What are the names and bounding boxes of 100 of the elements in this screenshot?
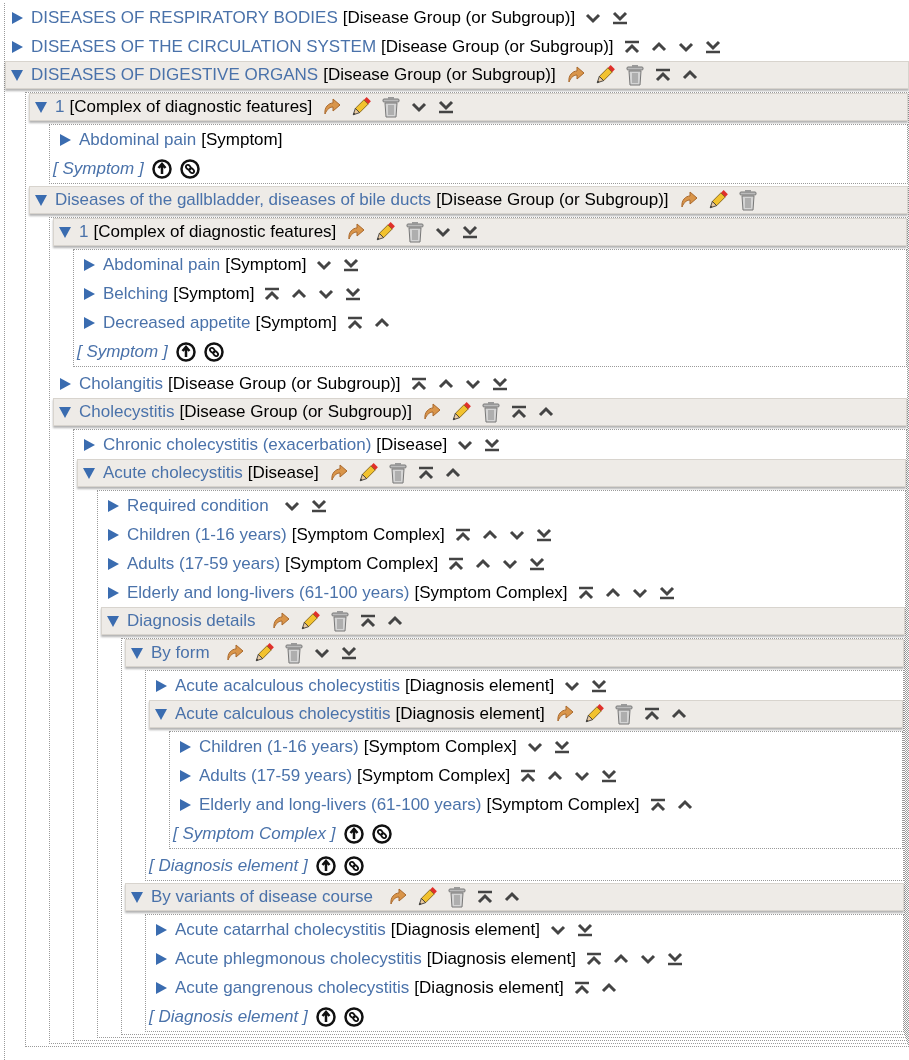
chevron-up-bar-icon[interactable] xyxy=(519,767,538,784)
node-label[interactable]: Acute phlegmonous cholecystitis xyxy=(175,945,422,972)
circle-arrow-up-icon[interactable] xyxy=(315,1006,336,1027)
chevron-up-bar-icon[interactable] xyxy=(584,950,603,967)
node-label[interactable]: Children (1-16 years) xyxy=(199,733,359,760)
triangle-down-icon[interactable] xyxy=(130,890,144,904)
chevron-down-bar-icon[interactable] xyxy=(437,99,456,115)
curved-arrow-icon[interactable] xyxy=(387,887,408,907)
node-label[interactable]: Acute acalculous cholecystitis xyxy=(175,672,400,699)
triangle-right-icon[interactable] xyxy=(82,286,96,301)
pencil-icon[interactable] xyxy=(298,610,321,632)
triangle-right-icon[interactable] xyxy=(106,585,120,600)
chevron-up-bar-icon[interactable] xyxy=(648,796,667,813)
triangle-down-icon[interactable] xyxy=(130,646,144,660)
node-label[interactable]: Adults (17-59 years) xyxy=(199,762,353,789)
node-label[interactable]: Acute gangrenous cholecystitis xyxy=(175,974,410,1001)
pencil-icon[interactable] xyxy=(356,462,379,484)
chevron-down-bar-icon[interactable] xyxy=(490,375,509,392)
chevron-down-bar-icon[interactable] xyxy=(534,526,553,543)
node-label[interactable]: Abdominal pain xyxy=(103,251,221,278)
chevron-up-bar-icon[interactable] xyxy=(358,613,377,629)
trash-icon[interactable] xyxy=(480,401,501,423)
pencil-icon[interactable] xyxy=(449,401,472,423)
node-label[interactable]: By form xyxy=(151,640,210,666)
triangle-right-icon[interactable] xyxy=(178,768,192,783)
triangle-right-icon[interactable] xyxy=(106,556,120,571)
node-label[interactable]: Adults (17-59 years) xyxy=(127,550,281,577)
node-label[interactable]: DISEASES OF RESPIRATORY BODIES xyxy=(31,4,338,31)
chevron-up-bar-icon[interactable] xyxy=(263,285,282,302)
chevron-down-bar-icon[interactable] xyxy=(552,738,571,755)
triangle-right-icon[interactable] xyxy=(10,39,24,54)
chevron-up-bar-icon[interactable] xyxy=(622,38,641,55)
chevron-down-bar-icon[interactable] xyxy=(339,645,358,661)
add-item-label[interactable]: [ Symptom Complex ] xyxy=(173,820,336,847)
node-label[interactable]: 1 xyxy=(79,219,89,245)
link-icon[interactable] xyxy=(179,158,200,179)
triangle-down-icon[interactable] xyxy=(34,193,48,207)
triangle-right-icon[interactable] xyxy=(82,315,96,330)
chevron-down-bar-icon[interactable] xyxy=(309,497,328,514)
node-label[interactable]: Acute cholecystitis xyxy=(103,460,243,486)
node-label[interactable]: Acute catarrhal cholecystitis xyxy=(175,916,386,943)
add-item-label[interactable]: [ Diagnosis element ] xyxy=(149,1003,308,1030)
node-label[interactable]: DISEASES OF DIGESTIVE ORGANS xyxy=(31,62,319,88)
trash-icon[interactable] xyxy=(613,703,634,725)
triangle-right-icon[interactable] xyxy=(154,951,168,966)
node-label[interactable]: Belching xyxy=(103,280,169,307)
chevron-down-bar-icon[interactable] xyxy=(657,584,676,601)
circle-arrow-up-icon[interactable] xyxy=(343,823,364,844)
chevron-up-bar-icon[interactable] xyxy=(576,584,595,601)
node-label[interactable]: Decreased appetite xyxy=(103,309,251,336)
chevron-down-bar-icon[interactable] xyxy=(461,224,480,240)
triangle-right-icon[interactable] xyxy=(106,498,120,513)
triangle-right-icon[interactable] xyxy=(10,10,24,25)
node-label[interactable]: Cholangitis xyxy=(79,370,164,397)
node-label[interactable]: Diagnosis details xyxy=(127,608,256,634)
link-icon[interactable] xyxy=(203,341,224,362)
triangle-down-icon[interactable] xyxy=(106,614,120,628)
chevron-up-bar-icon[interactable] xyxy=(453,526,472,543)
pencil-icon[interactable] xyxy=(582,703,605,725)
trash-icon[interactable] xyxy=(624,64,645,86)
circle-arrow-up-icon[interactable] xyxy=(151,158,172,179)
triangle-right-icon[interactable] xyxy=(106,527,120,542)
trash-icon[interactable] xyxy=(387,462,408,484)
chevron-down-bar-icon[interactable] xyxy=(665,950,684,967)
pencil-icon[interactable] xyxy=(706,189,729,211)
chevron-down-bar-icon[interactable] xyxy=(344,285,363,302)
chevron-down-bar-icon[interactable] xyxy=(611,9,630,26)
node-label[interactable]: By variants of disease course xyxy=(151,884,374,910)
triangle-down-icon[interactable] xyxy=(34,100,48,114)
chevron-up-bar-icon[interactable] xyxy=(476,889,495,905)
node-label[interactable]: Abdominal pain xyxy=(79,126,197,153)
node-label[interactable]: Children (1-16 years) xyxy=(127,521,287,548)
triangle-right-icon[interactable] xyxy=(178,739,192,754)
triangle-right-icon[interactable] xyxy=(178,797,192,812)
chevron-up-bar-icon[interactable] xyxy=(509,404,528,420)
triangle-right-icon[interactable] xyxy=(58,376,72,391)
node-label[interactable]: Elderly and long-livers (61-100 years) xyxy=(199,791,482,818)
triangle-down-icon[interactable] xyxy=(154,707,168,721)
link-icon[interactable] xyxy=(343,855,364,876)
circle-arrow-up-icon[interactable] xyxy=(315,855,336,876)
trash-icon[interactable] xyxy=(447,886,468,908)
chevron-up-bar-icon[interactable] xyxy=(345,314,364,331)
node-label[interactable]: Acute calculous cholecystitis xyxy=(175,701,391,727)
add-item-label[interactable]: [ Symptom ] xyxy=(53,155,144,182)
node-label[interactable]: 1 xyxy=(55,94,65,120)
add-item-label[interactable]: [ Diagnosis element ] xyxy=(149,852,308,879)
link-icon[interactable] xyxy=(371,823,392,844)
pencil-icon[interactable] xyxy=(416,886,439,908)
trash-icon[interactable] xyxy=(329,610,350,632)
triangle-right-icon[interactable] xyxy=(82,257,96,272)
chevron-down-bar-icon[interactable] xyxy=(576,921,594,938)
node-label[interactable]: Elderly and long-livers (61-100 years) xyxy=(127,579,410,606)
pencil-icon[interactable] xyxy=(350,96,373,118)
pencil-icon[interactable] xyxy=(593,64,616,86)
chevron-up-bar-icon[interactable] xyxy=(447,555,466,572)
triangle-right-icon[interactable] xyxy=(154,980,168,995)
chevron-up-bar-icon[interactable] xyxy=(572,979,591,996)
trash-icon[interactable] xyxy=(381,96,402,118)
chevron-down-bar-icon[interactable] xyxy=(528,555,547,572)
triangle-down-icon[interactable] xyxy=(58,405,72,419)
